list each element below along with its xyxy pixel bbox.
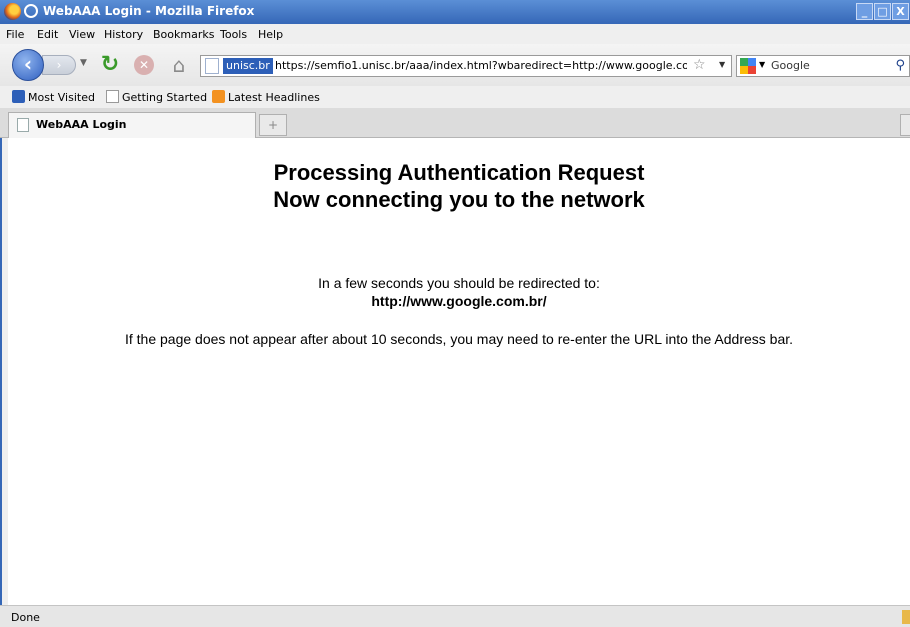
minimize-button[interactable]: _ — [856, 3, 873, 20]
search-input[interactable]: Google — [771, 59, 810, 72]
search-bar[interactable]: ▼ Google ⚲ — [736, 55, 910, 77]
bookmark-latest-headlines[interactable]: Latest Headlines — [212, 90, 320, 104]
window-title: WebAAA Login - Mozilla Firefox — [43, 4, 255, 18]
bookmark-star-icon[interactable]: ☆ — [693, 57, 706, 73]
bookmark-label: Latest Headlines — [228, 91, 320, 104]
menu-bookmarks[interactable]: Bookmarks — [153, 28, 214, 41]
page-content: Processing Authentication Request Now co… — [8, 138, 910, 605]
status-text: Done — [11, 611, 40, 624]
menu-bar: File Edit View History Bookmarks Tools H… — [0, 24, 910, 44]
reload-icon[interactable]: ↻ — [98, 53, 122, 77]
tab-bar: WebAAA Login + — [0, 108, 910, 138]
stop-icon[interactable]: ✕ — [134, 55, 154, 75]
home-icon[interactable]: ⌂ — [167, 53, 191, 77]
menu-history[interactable]: History — [104, 28, 143, 41]
bookmarks-toolbar: Most Visited Getting Started Latest Head… — [0, 86, 910, 108]
window-left-edge — [0, 138, 8, 627]
most-visited-icon — [12, 90, 25, 103]
menu-view[interactable]: View — [69, 28, 95, 41]
window-menu-icon[interactable] — [24, 4, 38, 18]
bookmark-getting-started[interactable]: Getting Started — [106, 90, 207, 104]
tab-webaaa-login[interactable]: WebAAA Login — [8, 112, 256, 138]
back-button[interactable]: ‹ — [12, 49, 44, 81]
redirect-text: In a few seconds you should be redirecte… — [318, 275, 600, 291]
forward-button[interactable]: › — [42, 55, 76, 75]
bookmark-most-visited[interactable]: Most Visited — [12, 90, 95, 104]
page-icon — [17, 118, 29, 132]
bookmark-label: Getting Started — [122, 91, 208, 104]
engine-dropdown-icon[interactable]: ▼ — [759, 60, 765, 69]
lock-icon[interactable] — [902, 610, 910, 624]
url-dropdown-icon[interactable]: ▼ — [719, 60, 725, 69]
menu-edit[interactable]: Edit — [37, 28, 58, 41]
firefox-icon — [4, 3, 21, 20]
site-identity-button[interactable]: unisc.br — [223, 58, 273, 74]
redirect-note: If the page does not appear after about … — [124, 331, 794, 347]
title-bar: WebAAA Login - Mozilla Firefox _ □ X — [0, 0, 910, 24]
google-engine-icon[interactable] — [740, 58, 756, 74]
menu-help[interactable]: Help — [258, 28, 283, 41]
page-heading: Processing Authentication Request Now co… — [8, 159, 910, 213]
page-icon — [106, 90, 119, 103]
new-tab-button[interactable]: + — [259, 114, 287, 136]
url-input[interactable]: https://semfio1.unisc.br/aaa/index.html?… — [275, 59, 687, 72]
navigation-toolbar: › ‹ ▼ ↻ ✕ ⌂ unisc.br https://semfio1.uni… — [0, 44, 910, 86]
tab-list-button[interactable] — [900, 114, 910, 136]
menu-file[interactable]: File — [6, 28, 24, 41]
tab-label: WebAAA Login — [36, 118, 127, 131]
rss-icon — [212, 90, 225, 103]
search-icon[interactable]: ⚲ — [895, 58, 905, 73]
bookmark-label: Most Visited — [28, 91, 95, 104]
redirect-message: In a few seconds you should be redirecte… — [8, 274, 910, 310]
maximize-button[interactable]: □ — [874, 3, 891, 20]
history-dropdown-icon[interactable]: ▼ — [80, 58, 87, 68]
redirect-url: http://www.google.com.br/ — [371, 293, 547, 309]
close-button[interactable]: X — [892, 3, 909, 20]
heading-line-2: Now connecting you to the network — [273, 187, 645, 212]
address-bar[interactable]: unisc.br https://semfio1.unisc.br/aaa/in… — [200, 55, 732, 77]
heading-line-1: Processing Authentication Request — [273, 160, 645, 185]
page-icon — [205, 58, 219, 74]
menu-tools[interactable]: Tools — [220, 28, 247, 41]
status-bar: Done — [0, 605, 910, 627]
